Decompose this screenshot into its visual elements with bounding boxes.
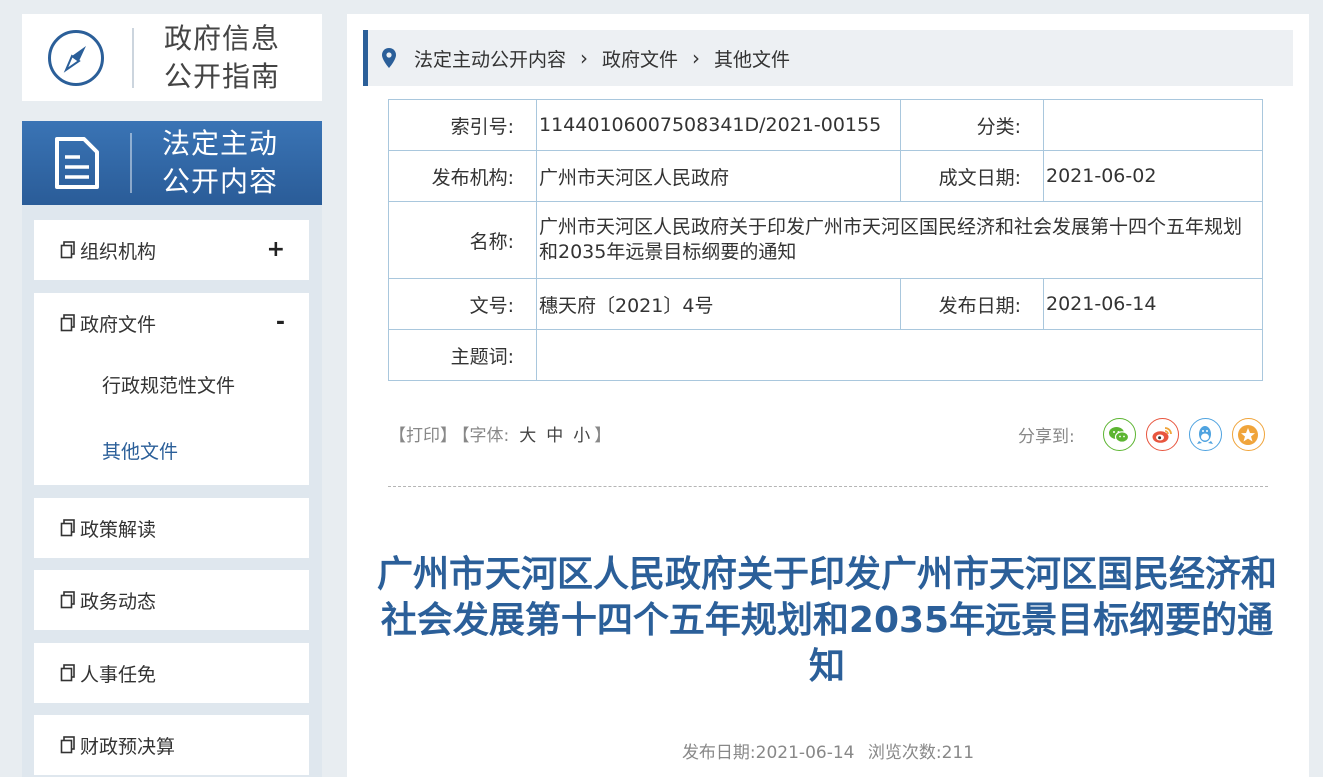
- collapse-toggle[interactable]: -: [276, 310, 285, 335]
- menu-label: 组织机构: [80, 240, 157, 263]
- publish-date: 2021-06-14: [755, 743, 855, 763]
- breadcrumb-item-1[interactable]: 政府文件: [602, 45, 678, 72]
- favorite-share-button[interactable]: [1231, 418, 1265, 451]
- issuer-value: 广州市天河区人民政府: [536, 150, 901, 202]
- font-large-button[interactable]: 大: [519, 426, 536, 446]
- document-icon: [55, 137, 99, 189]
- pages-icon: [60, 736, 75, 754]
- chevron-right-icon: ›: [580, 46, 589, 70]
- article-tools: 【打印】 【字体: 大中小】: [389, 421, 615, 446]
- wechat-icon: [1109, 426, 1130, 443]
- font-size-bracket: 】: [594, 426, 612, 446]
- pages-icon: [60, 241, 75, 259]
- menu-label: 政策解读: [80, 518, 157, 541]
- font-medium-button[interactable]: 中: [546, 426, 563, 446]
- wechat-share-button[interactable]: [1102, 418, 1136, 451]
- chevron-right-icon: ›: [692, 46, 701, 70]
- issuer-label: 发布机构:: [388, 150, 537, 202]
- menu-label: 政务动态: [80, 590, 157, 613]
- location-pin-icon: [382, 48, 396, 68]
- docno-label: 文号:: [388, 278, 537, 330]
- menu-label: 政府文件: [80, 313, 157, 336]
- weibo-icon: [1152, 426, 1173, 443]
- qq-share-button[interactable]: [1188, 418, 1222, 451]
- menu-label: 财政预决算: [80, 735, 176, 758]
- view-count: 211: [941, 743, 975, 763]
- pages-icon: [60, 664, 75, 682]
- menu-item-policy[interactable]: 政策解读: [34, 498, 309, 558]
- publish-date-label: 发布日期:: [681, 743, 756, 763]
- keyword-label: 主题词:: [388, 329, 537, 381]
- divider: [132, 27, 134, 88]
- info-guide-banner[interactable]: 政府信息 公开指南: [22, 14, 322, 101]
- pubdate-value: 2021-06-14: [1043, 278, 1263, 330]
- share-label: 分享到:: [1018, 427, 1075, 447]
- breadcrumb-item-0[interactable]: 法定主动公开内容: [414, 45, 566, 72]
- divider: [388, 486, 1268, 487]
- view-count-label: 浏览次数:: [867, 743, 942, 763]
- sidebar: 法定主动 公开内容 组织机构 + 政府文件 - 行政规范性文件 其他文件 政策解…: [22, 121, 322, 777]
- weibo-share-button[interactable]: [1145, 418, 1179, 451]
- menu-item-org[interactable]: 组织机构 +: [34, 220, 309, 280]
- menu-item-gov-docs[interactable]: 政府文件 - 行政规范性文件 其他文件: [34, 293, 309, 485]
- share-bar: 分享到:: [1018, 418, 1265, 451]
- docno-value: 穗天府〔2021〕4号: [536, 278, 901, 330]
- menu-item-budget[interactable]: 财政预决算: [34, 715, 309, 775]
- qq-icon: [1197, 425, 1214, 444]
- menu-label: 人事任免: [80, 663, 157, 686]
- article-publish-info: 发布日期:2021-06-14 浏览次数:211: [347, 738, 1309, 763]
- star-icon: [1238, 424, 1259, 445]
- expand-toggle[interactable]: +: [267, 237, 285, 262]
- document-metadata-table: 索引号: 11440106007508341D/2021-00155 分类: 发…: [388, 99, 1263, 381]
- divider: [130, 133, 132, 193]
- pages-icon: [60, 519, 75, 537]
- pages-icon: [60, 591, 75, 609]
- font-small-button[interactable]: 小: [573, 426, 590, 446]
- menu-item-personnel[interactable]: 人事任免: [34, 643, 309, 703]
- article-title: 广州市天河区人民政府关于印发广州市天河区国民经济和社会发展第十四个五年规划和20…: [377, 554, 1278, 687]
- index-value: 11440106007508341D/2021-00155: [536, 99, 901, 151]
- name-value: 广州市天河区人民政府关于印发广州市天河区国民经济和社会发展第十四个五年规划和20…: [536, 201, 1263, 279]
- font-size-label: 【字体:: [461, 426, 510, 446]
- submenu-item-other[interactable]: 其他文件: [34, 415, 309, 485]
- index-label: 索引号:: [388, 99, 537, 151]
- submenu-item-normative[interactable]: 行政规范性文件: [34, 353, 309, 415]
- name-label: 名称:: [388, 201, 537, 279]
- section-title: 法定主动 公开内容: [162, 127, 279, 198]
- breadcrumb-item-2[interactable]: 其他文件: [714, 45, 790, 72]
- category-label: 分类:: [900, 99, 1044, 151]
- written-date-label: 成文日期:: [900, 150, 1044, 202]
- pubdate-label: 发布日期:: [900, 278, 1044, 330]
- menu-item-news[interactable]: 政务动态: [34, 570, 309, 630]
- compass-icon: [48, 29, 104, 86]
- category-value: [1043, 99, 1263, 151]
- pages-icon: [60, 314, 75, 332]
- guide-title: 政府信息 公开指南: [164, 21, 281, 93]
- section-header: 法定主动 公开内容: [22, 121, 322, 205]
- written-date-value: 2021-06-02: [1043, 150, 1263, 202]
- main-content: 法定主动公开内容 › 政府文件 › 其他文件 索引号: 114401060075…: [347, 14, 1309, 777]
- breadcrumb: 法定主动公开内容 › 政府文件 › 其他文件: [363, 30, 1293, 86]
- keyword-value: [536, 329, 1263, 381]
- print-button[interactable]: 【打印】: [389, 426, 457, 446]
